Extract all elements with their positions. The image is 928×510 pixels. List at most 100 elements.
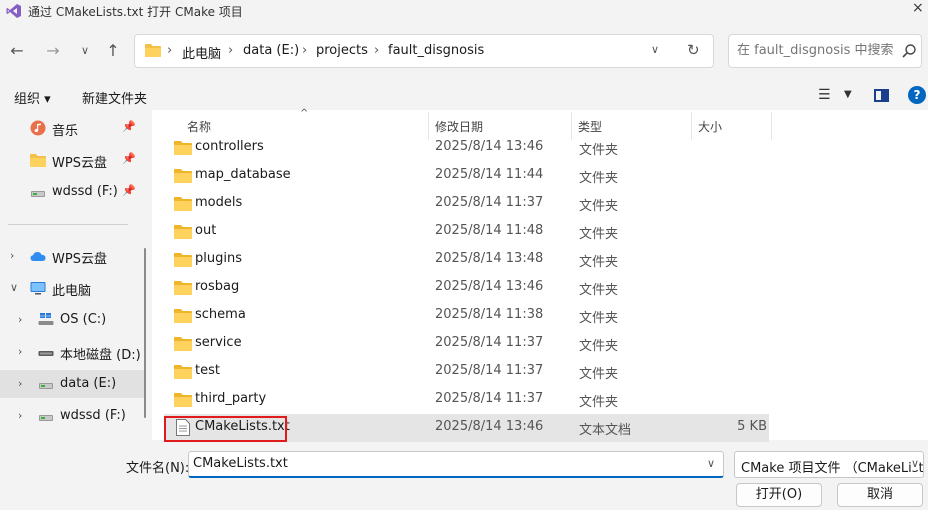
breadcrumb-separator: › [167,43,173,58]
file-date: 2025/8/14 11:37 [435,195,544,210]
filename-input[interactable] [193,456,693,471]
chevron-right-icon[interactable]: › [10,249,14,262]
chevron-down-icon[interactable]: ∨ [911,457,920,470]
drive-icon [31,191,45,197]
chevron-right-icon[interactable]: › [18,409,22,422]
chevron-down-icon[interactable]: ∨ [651,43,659,56]
title-bar: 通过 CMakeLists.txt 打开 CMake 项目 × [0,0,928,22]
sidebar-item-label: 此电脑 [52,284,92,299]
sidebar-item-wdssd-quick[interactable]: wdssd (F:) 📌 [0,178,146,206]
sidebar-scrollbar[interactable] [144,248,146,418]
file-name: third_party [195,391,267,406]
folder-icon [174,141,192,155]
table-row[interactable]: third_party 2025/8/14 11:37 文件夹 [164,386,769,414]
table-row[interactable]: schema 2025/8/14 11:38 文件夹 [164,302,769,330]
forward-button[interactable]: → [42,40,64,62]
file-type: 文件夹 [579,255,619,270]
sidebar-item-os-c[interactable]: › OS (C:) [0,306,146,334]
column-header-name[interactable]: 名称 [187,118,211,135]
sidebar-item-label: wdssd (F:) [52,184,118,199]
sort-ascending-icon: ^ [300,108,309,119]
folder-icon [174,337,192,351]
file-type: 文件夹 [579,311,619,326]
table-row[interactable]: service 2025/8/14 11:37 文件夹 [164,330,769,358]
folder-icon [174,309,192,323]
column-separator[interactable] [771,112,772,140]
column-header-type[interactable]: 类型 [578,118,602,135]
sidebar-divider [8,224,128,225]
pin-icon[interactable]: 📌 [122,152,136,165]
folder-icon [174,169,192,183]
cloud-icon [30,252,46,261]
column-header-date[interactable]: 修改日期 [435,118,483,135]
address-bar[interactable]: › 此电脑 › data (E:) › projects › fault_dis… [134,34,714,68]
refresh-icon[interactable]: ↻ [687,41,700,59]
breadcrumb-this-pc[interactable]: 此电脑 [182,43,221,62]
file-date: 2025/8/14 11:37 [435,391,544,406]
file-name: map_database [195,167,291,182]
filetype-select[interactable]: CMake 项目文件 （CMakeLists.txt） ∨ [734,451,924,478]
sidebar-item-local-disk-d[interactable]: › 本地磁盘 (D:) [0,338,146,366]
chevron-right-icon[interactable]: › [18,377,22,390]
search-icon[interactable] [901,43,917,59]
sidebar-item-label: data (E:) [60,376,117,391]
help-icon[interactable]: ? [908,86,926,104]
file-date: 2025/8/14 13:46 [435,139,544,154]
table-row[interactable]: plugins 2025/8/14 13:48 文件夹 [164,246,769,274]
filename-combobox[interactable]: ∨ [188,451,724,478]
file-type: 文件夹 [579,395,619,410]
chevron-right-icon[interactable]: › [18,345,22,358]
new-folder-button[interactable]: 新建文件夹 [82,88,147,107]
sidebar-item-data-e[interactable]: › data (E:) [0,370,146,398]
breadcrumb-data-drive[interactable]: data (E:) [243,43,299,58]
column-header-size[interactable]: 大小 [698,118,722,135]
file-type: 文件夹 [579,143,619,158]
table-row[interactable]: models 2025/8/14 11:37 文件夹 [164,190,769,218]
sidebar-item-this-pc[interactable]: ∨ 此电脑 [0,274,146,302]
table-row[interactable]: out 2025/8/14 11:48 文件夹 [164,218,769,246]
table-row[interactable]: rosbag 2025/8/14 13:46 文件夹 [164,274,769,302]
file-name: controllers [195,139,264,154]
open-button[interactable]: 打开(O) [736,483,822,507]
view-dropdown-icon[interactable]: ▼ [844,89,852,100]
file-name: service [195,335,242,350]
organize-button[interactable]: 组织 ▾ [14,88,51,107]
pc-icon [30,282,46,295]
file-date: 2025/8/14 11:37 [435,335,544,350]
up-button[interactable]: ↑ [102,40,124,62]
file-type: 文件夹 [579,367,619,382]
pin-icon[interactable]: 📌 [122,120,136,133]
file-size: 5 KB [737,419,767,434]
table-row[interactable]: controllers 2025/8/14 13:46 文件夹 [164,134,769,162]
folder-icon [174,253,192,267]
breadcrumb-separator: › [374,43,380,58]
file-name: out [195,223,217,238]
back-button[interactable]: ← [6,40,28,62]
chevron-right-icon[interactable]: › [18,313,22,326]
sidebar-item-wps-cloud[interactable]: › WPS云盘 [0,242,146,270]
breadcrumb-separator: › [302,43,308,58]
close-icon[interactable]: × [912,0,924,16]
table-row[interactable]: test 2025/8/14 11:37 文件夹 [164,358,769,386]
search-input[interactable] [737,43,897,58]
sidebar-item-wps-cloud-quick[interactable]: WPS云盘 📌 [0,146,146,174]
file-type: 文件夹 [579,199,619,214]
breadcrumb-projects[interactable]: projects [316,43,368,58]
chevron-down-icon[interactable]: ∨ [10,281,18,294]
preview-pane-icon[interactable] [874,89,889,102]
window-title: 通过 CMakeLists.txt 打开 CMake 项目 [28,5,243,19]
search-box[interactable] [728,34,922,68]
breadcrumb-fault-disgnosis[interactable]: fault_disgnosis [388,43,484,58]
file-date: 2025/8/14 11:38 [435,307,544,322]
sidebar-item-wdssd-f[interactable]: › wdssd (F:) [0,402,146,430]
view-list-icon[interactable]: ☰ [818,87,831,103]
breadcrumb-separator: › [228,43,234,58]
filename-label: 文件名(N): [126,461,190,476]
cancel-button[interactable]: 取消 [837,483,923,507]
chevron-down-icon[interactable]: ∨ [707,457,715,470]
sidebar-item-music[interactable]: 音乐 📌 [0,114,146,142]
recent-locations-button[interactable]: ∨ [74,40,96,62]
pin-icon[interactable]: 📌 [122,184,136,197]
command-bar: 组织 ▾ 新建文件夹 ☰ ▼ ? [0,80,928,110]
table-row[interactable]: map_database 2025/8/14 11:44 文件夹 [164,162,769,190]
